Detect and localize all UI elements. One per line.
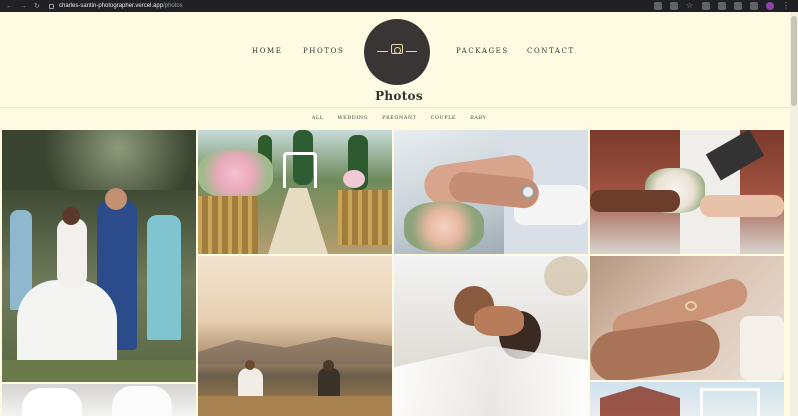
divider [0,107,790,108]
share-icon[interactable] [670,2,678,10]
filter-couple[interactable]: COUPLE [431,115,456,121]
nav-contact[interactable]: CONTACT [527,47,575,55]
gallery-photo[interactable] [394,256,588,416]
page-title: Photos [375,89,423,103]
forward-icon[interactable]: → [20,3,27,10]
site-logo[interactable] [364,19,430,85]
avatar[interactable] [766,2,774,10]
address-bar[interactable]: charles-santin-photographer.vercel.app/p… [49,3,183,9]
url-path: /photos [163,3,183,9]
lock-icon [49,3,54,9]
menu-icon[interactable]: ⋮ [782,2,790,10]
scrollbar-thumb[interactable] [791,16,797,106]
gallery-photo[interactable] [198,130,392,254]
gallery-photo[interactable] [394,130,588,254]
browser-nav: ← → ↻ [0,3,41,10]
extension-icon[interactable] [718,2,726,10]
filter-all[interactable]: ALL [312,115,324,121]
gallery-photo[interactable] [590,256,784,380]
translate-icon[interactable] [654,2,662,10]
filter-baby[interactable]: BABY [470,115,486,121]
reload-icon[interactable]: ↻ [34,3,41,10]
filter-wedding[interactable]: WEDDING [337,115,368,121]
gallery-photo[interactable] [2,130,196,382]
gallery-photo[interactable] [2,384,196,416]
nav-photos[interactable]: PHOTOS [303,47,344,55]
star-icon[interactable]: ☆ [686,2,694,10]
camera-icon [391,44,403,54]
logo-line [377,51,388,52]
extension-icon[interactable] [702,2,710,10]
filter-pregnant[interactable]: PREGNANT [382,115,416,121]
logo-line [406,51,417,52]
puzzle-icon[interactable] [734,2,742,10]
gallery-photo[interactable] [590,130,784,254]
gallery-filters: ALL WEDDING PREGNANT COUPLE BABY [0,115,798,121]
browser-toolbar: ← → ↻ charles-santin-photographer.vercel… [0,0,798,12]
nav-home[interactable]: HOME [252,47,283,55]
back-icon[interactable]: ← [6,3,13,10]
url-host: charles-santin-photographer.vercel.app [59,3,164,9]
sidebar-icon[interactable] [750,2,758,10]
nav-packages[interactable]: PACKAGES [456,47,509,55]
browser-tools: ☆ ⋮ [654,2,790,10]
gallery-photo[interactable] [198,256,392,416]
gallery-photo[interactable] [590,382,784,416]
scrollbar[interactable] [790,12,798,416]
